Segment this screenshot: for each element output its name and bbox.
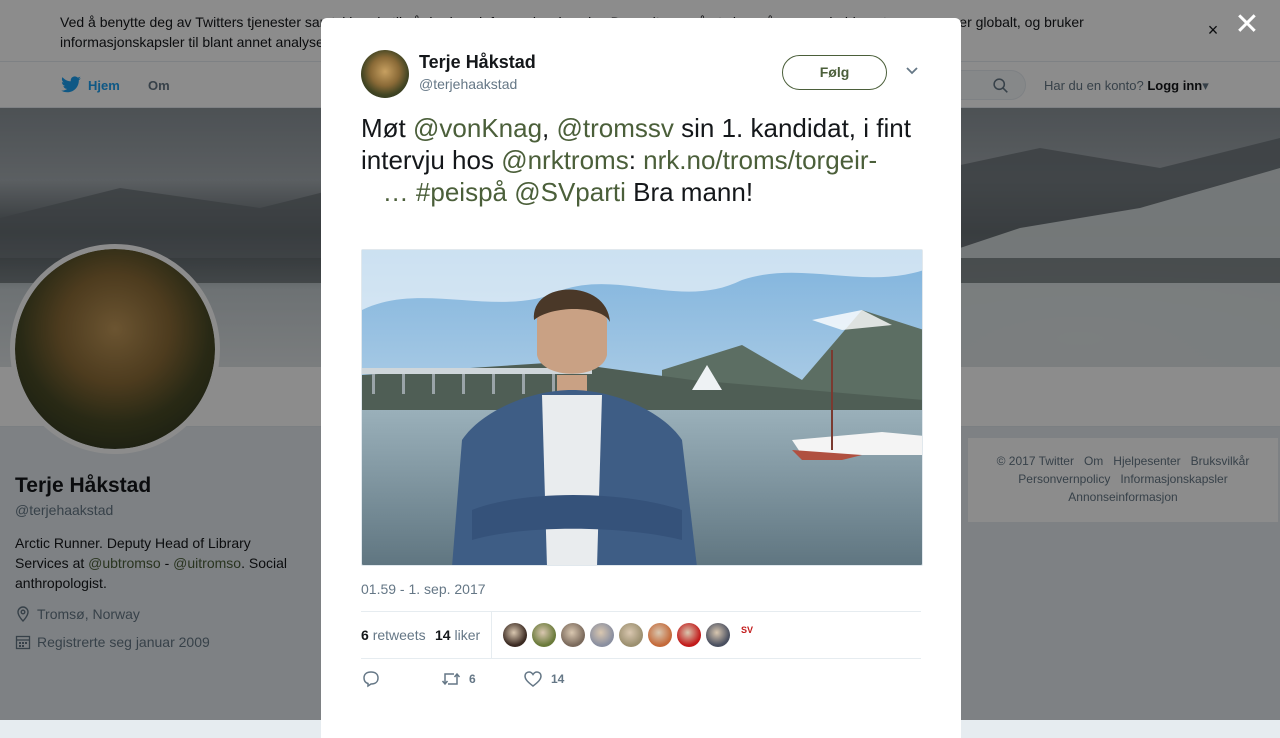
liker-avatar[interactable]: [561, 623, 585, 647]
like-count: 14: [551, 672, 565, 686]
retweet-button[interactable]: 6: [441, 670, 476, 688]
tweet-text-part: :: [628, 145, 644, 175]
tweet-author-handle[interactable]: @terjehaakstad: [419, 76, 517, 92]
retweet-count: 6: [469, 672, 476, 686]
liker-avatar[interactable]: [532, 623, 556, 647]
likes-label: liker: [454, 627, 481, 643]
liker-avatar-sv-logo[interactable]: SV: [735, 623, 759, 647]
tweet-stats: 6 retweets 14 liker SV: [361, 611, 921, 659]
tweet-url-link[interactable]: nrk.no/troms/torgeir-: [643, 145, 877, 175]
likers-avatars: SV: [503, 623, 759, 647]
likes-count: 14: [435, 627, 451, 643]
mention-tromssv[interactable]: @tromssv: [557, 113, 674, 143]
retweets-label: retweets: [372, 627, 426, 643]
liker-avatar[interactable]: [677, 623, 701, 647]
tweet-author-name[interactable]: Terje Håkstad: [419, 52, 536, 73]
retweets-count: 6: [361, 627, 369, 643]
heart-icon: [524, 671, 542, 687]
tweet-text-part: ,: [542, 113, 557, 143]
tweet-actions: 6 14: [361, 670, 921, 690]
like-button[interactable]: 14: [523, 670, 564, 688]
liker-avatar[interactable]: [619, 623, 643, 647]
close-icon[interactable]: ✕: [1234, 10, 1260, 40]
tweet-link-ellipsis[interactable]: …: [383, 177, 409, 207]
chevron-down-icon[interactable]: [904, 64, 920, 78]
mention-vonknag[interactable]: @vonKnag: [413, 113, 542, 143]
mention-nrktroms[interactable]: @nrktroms: [501, 145, 629, 175]
likes-stat[interactable]: 14 liker: [435, 627, 480, 643]
tweet-text: Møt @vonKnag, @tromssv sin 1. kandidat, …: [361, 112, 921, 208]
tweet-timestamp[interactable]: 01.59 - 1. sep. 2017: [361, 581, 486, 597]
liker-avatar[interactable]: [706, 623, 730, 647]
liker-avatar[interactable]: [590, 623, 614, 647]
liker-avatar[interactable]: [648, 623, 672, 647]
tweet-author-avatar[interactable]: [361, 50, 409, 98]
tweet-text-part: Møt: [361, 113, 413, 143]
hashtag-peispa[interactable]: #peispå: [416, 177, 507, 207]
retweets-stat[interactable]: 6 retweets: [361, 627, 426, 643]
mention-svparti[interactable]: @SVparti: [514, 177, 626, 207]
liker-avatar[interactable]: [503, 623, 527, 647]
tweet-modal: Terje Håkstad @terjehaakstad Følg Møt @v…: [321, 18, 961, 738]
follow-button[interactable]: Følg: [782, 55, 887, 90]
reply-button[interactable]: [361, 670, 381, 688]
stats-divider: [491, 612, 492, 658]
tweet-photo[interactable]: [361, 249, 923, 566]
retweet-icon: [441, 672, 461, 686]
reply-icon: [363, 671, 379, 688]
tweet-text-part: Bra mann!: [625, 177, 754, 207]
